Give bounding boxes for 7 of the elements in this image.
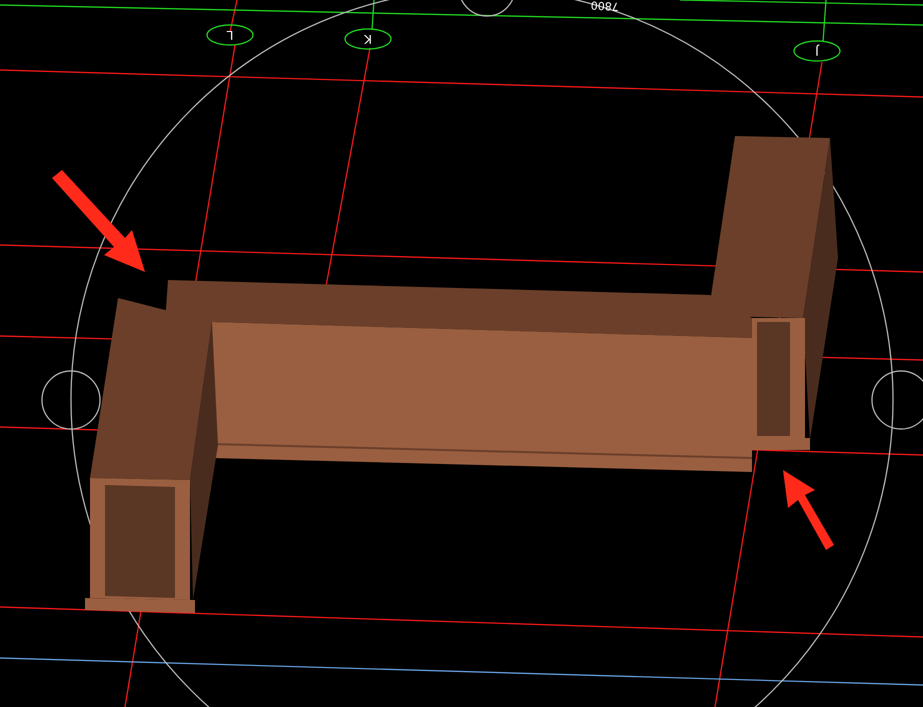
grid-label: K: [364, 32, 372, 46]
dimension-text: 7800: [590, 0, 620, 13]
grid-bubble: [793, 40, 841, 62]
grid-label: J: [815, 44, 819, 58]
grid-bubble: [206, 24, 254, 46]
grid-label: L: [226, 28, 234, 42]
grid-bubble: [344, 28, 392, 50]
